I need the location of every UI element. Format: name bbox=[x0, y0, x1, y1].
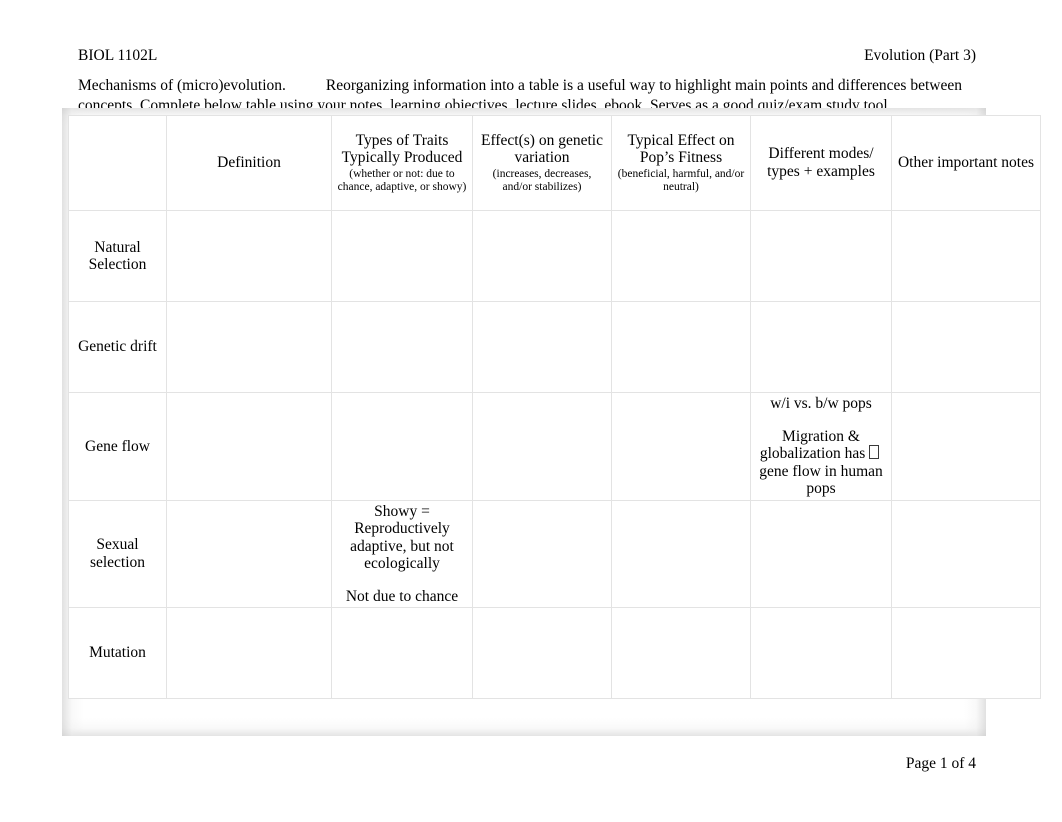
row-label-genetic-drift: Genetic drift bbox=[68, 301, 167, 393]
cell-gene-flow-modes[interactable]: w/i vs. b/w pops Migration & globalizati… bbox=[750, 392, 892, 501]
table-row: Mutation bbox=[68, 607, 1041, 699]
cell-mutation-definition[interactable] bbox=[166, 607, 332, 699]
cell-text-block-with-symbol: Migration & globalization has gene flow … bbox=[755, 428, 887, 498]
table-row: Sexual selection Showy = Reproductively … bbox=[68, 499, 1041, 608]
table-corner-cell bbox=[68, 115, 167, 211]
row-label-mutation: Mutation bbox=[68, 607, 167, 699]
column-header-main: Other important notes bbox=[897, 153, 1035, 171]
column-header-definition: Definition bbox=[166, 115, 332, 211]
cell-text-post: gene flow in human pops bbox=[759, 462, 883, 498]
cell-sexual-selection-traits[interactable]: Showy = Reproductively adaptive, but not… bbox=[331, 499, 473, 608]
cell-gene-flow-notes[interactable] bbox=[891, 392, 1041, 501]
document-topic: Evolution (Part 3) bbox=[864, 47, 976, 64]
cell-sexual-selection-modes[interactable] bbox=[750, 499, 892, 608]
cell-mutation-modes[interactable] bbox=[750, 607, 892, 699]
page-number: Page 1 of 4 bbox=[905, 755, 976, 772]
cell-sexual-selection-definition[interactable] bbox=[166, 499, 332, 608]
mechanisms-table-container: Definition Types of Traits Typically Pro… bbox=[62, 108, 1041, 736]
column-header-main: Typical Effect on Pop’s Fitness bbox=[627, 131, 735, 167]
cell-text-block: Showy = Reproductively adaptive, but not… bbox=[350, 502, 454, 573]
cell-genetic-drift-definition[interactable] bbox=[166, 301, 332, 393]
column-header-sub: (increases, decreases, and/or stabilizes… bbox=[492, 167, 592, 194]
cell-mutation-notes[interactable] bbox=[891, 607, 1041, 699]
cell-genetic-drift-variation[interactable] bbox=[472, 301, 612, 393]
cell-sexual-selection-fitness[interactable] bbox=[611, 499, 751, 608]
cell-mutation-variation[interactable] bbox=[472, 607, 612, 699]
table-header-row: Definition Types of Traits Typically Pro… bbox=[68, 115, 1041, 211]
cell-sexual-selection-notes[interactable] bbox=[891, 499, 1041, 608]
table-row: Genetic drift bbox=[68, 301, 1041, 393]
document-page: BIOL 1102L Evolution (Part 3) Mechanisms… bbox=[0, 0, 1062, 822]
cell-natural-selection-modes[interactable] bbox=[750, 210, 892, 302]
column-header-main: Types of Traits Typically Produced bbox=[341, 131, 463, 167]
cell-natural-selection-definition[interactable] bbox=[166, 210, 332, 302]
document-footer: Page 1 of 4 bbox=[78, 754, 976, 774]
cell-sexual-selection-variation[interactable] bbox=[472, 499, 612, 608]
document-header: BIOL 1102L Evolution (Part 3) bbox=[78, 46, 976, 66]
cell-text-block: Not due to chance bbox=[345, 587, 459, 605]
cell-mutation-fitness[interactable] bbox=[611, 607, 751, 699]
intro-lead: Mechanisms of (micro)evolution. bbox=[78, 77, 286, 94]
missing-glyph-icon bbox=[869, 445, 880, 459]
cell-natural-selection-traits[interactable] bbox=[331, 210, 473, 302]
cell-gene-flow-definition[interactable] bbox=[166, 392, 332, 501]
column-header-main: Effect(s) on genetic variation bbox=[481, 131, 603, 167]
cell-gene-flow-fitness[interactable] bbox=[611, 392, 751, 501]
course-code: BIOL 1102L bbox=[78, 47, 158, 64]
cell-genetic-drift-modes[interactable] bbox=[750, 301, 892, 393]
column-header-pop-fitness: Typical Effect on Pop’s Fitness (benefic… bbox=[611, 115, 751, 211]
cell-gene-flow-variation[interactable] bbox=[472, 392, 612, 501]
cell-natural-selection-notes[interactable] bbox=[891, 210, 1041, 302]
cell-gene-flow-traits[interactable] bbox=[331, 392, 473, 501]
column-header-genetic-variation: Effect(s) on genetic variation (increase… bbox=[472, 115, 612, 211]
table-body: Definition Types of Traits Typically Pro… bbox=[68, 115, 1041, 699]
cell-text-block: w/i vs. b/w pops bbox=[770, 395, 872, 412]
column-header-main: Different modes/ types + examples bbox=[767, 145, 875, 180]
row-label-natural-selection: Natural Selection bbox=[68, 210, 167, 302]
table-row: Gene flow w/i vs. b/w pops Migration & g… bbox=[68, 392, 1041, 501]
column-header-sub: (beneficial, harmful, and/or neutral) bbox=[617, 167, 745, 194]
cell-genetic-drift-traits[interactable] bbox=[331, 301, 473, 393]
cell-natural-selection-variation[interactable] bbox=[472, 210, 612, 302]
row-label-gene-flow: Gene flow bbox=[68, 392, 167, 501]
column-header-other-notes: Other important notes bbox=[891, 115, 1041, 211]
cell-genetic-drift-notes[interactable] bbox=[891, 301, 1041, 393]
table-row: Natural Selection bbox=[68, 210, 1041, 302]
cell-natural-selection-fitness[interactable] bbox=[611, 210, 751, 302]
cell-genetic-drift-fitness[interactable] bbox=[611, 301, 751, 393]
row-label-sexual-selection: Sexual selection bbox=[68, 499, 167, 608]
mechanisms-table: Definition Types of Traits Typically Pro… bbox=[68, 115, 1041, 699]
cell-mutation-traits[interactable] bbox=[331, 607, 473, 699]
cell-text-pre: Migration & globalization has bbox=[759, 427, 866, 463]
column-header-types-of-traits: Types of Traits Typically Produced (whet… bbox=[331, 115, 473, 211]
column-header-modes-types: Different modes/ types + examples bbox=[750, 115, 892, 211]
column-header-sub: (whether or not: due to chance, adaptive… bbox=[337, 167, 467, 194]
column-header-main: Definition bbox=[217, 153, 281, 171]
